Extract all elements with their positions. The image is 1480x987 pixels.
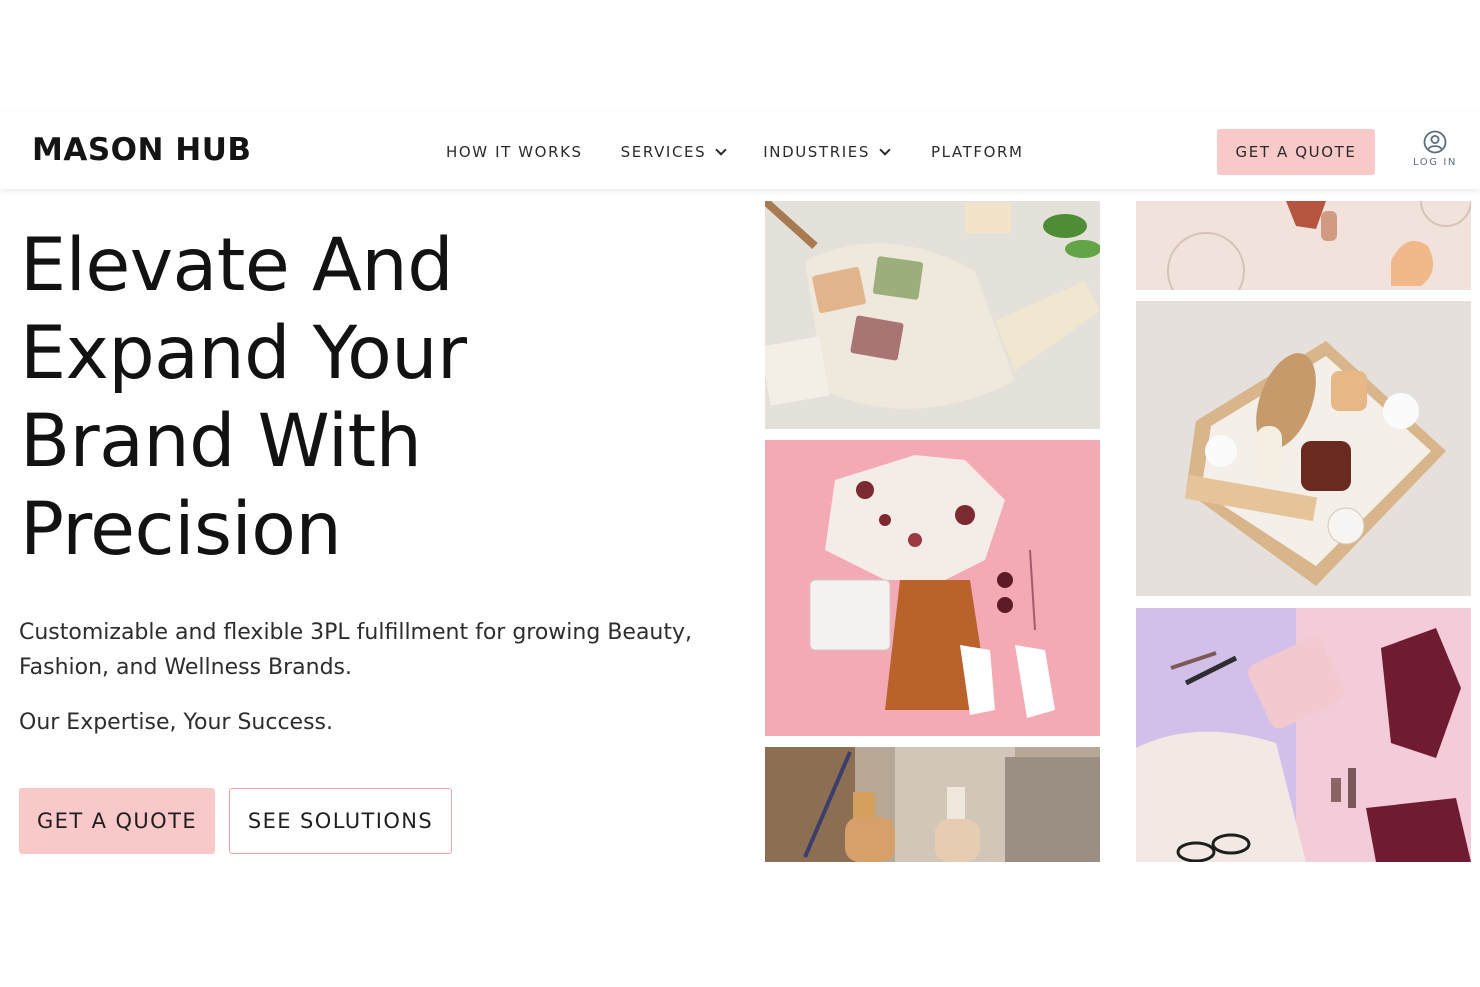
- beauty-accessories-photo: [1136, 608, 1471, 862]
- hero-title-line: Precision: [20, 487, 342, 572]
- nav-platform[interactable]: PLATFORM: [931, 143, 1024, 161]
- nav-services-label: SERVICES: [620, 143, 707, 161]
- nav-how-it-works-label: HOW IT WORKS: [446, 143, 583, 161]
- nav-services[interactable]: SERVICES: [620, 143, 727, 161]
- header-get-quote-button[interactable]: GET A QUOTE: [1217, 129, 1375, 175]
- fashion-flatlay-photo: [765, 440, 1100, 736]
- main-nav: HOW IT WORKS SERVICES INDUSTRIES PLATFOR…: [446, 140, 1024, 164]
- soap-bars-photo: [765, 201, 1100, 429]
- nav-platform-label: PLATFORM: [930, 143, 1024, 161]
- hero-title: Elevate And Expand Your Brand With Preci…: [20, 222, 720, 574]
- login-link[interactable]: LOG IN: [1408, 130, 1462, 174]
- user-account-icon: [1423, 130, 1447, 154]
- site-header: MASON HUB HOW IT WORKS SERVICES INDUSTRI…: [0, 112, 1480, 189]
- makeup-sponge-photo: [1136, 201, 1471, 290]
- serum-bottles-photo: [765, 747, 1100, 862]
- see-solutions-button[interactable]: SEE SOLUTIONS: [229, 788, 452, 854]
- nav-how-it-works[interactable]: HOW IT WORKS: [446, 143, 583, 161]
- hero-title-line: Expand Your: [20, 311, 467, 396]
- nav-industries[interactable]: INDUSTRIES: [763, 143, 891, 161]
- hero-title-line: Brand With: [20, 399, 422, 484]
- hero-tagline: Our Expertise, Your Success.: [19, 710, 333, 735]
- login-label: LOG IN: [1412, 157, 1458, 168]
- get-quote-button[interactable]: GET A QUOTE: [19, 788, 215, 854]
- mason-hub-logo[interactable]: MASON HUB: [32, 132, 252, 168]
- spa-gift-box-photo: [1136, 301, 1471, 596]
- hero-subtitle: Customizable and flexible 3PL fulfillmen…: [19, 620, 693, 680]
- chevron-down-icon: [715, 143, 727, 156]
- hero-title-line: Elevate And: [20, 223, 454, 308]
- nav-industries-label: INDUSTRIES: [763, 143, 870, 161]
- chevron-down-icon: [879, 143, 891, 156]
